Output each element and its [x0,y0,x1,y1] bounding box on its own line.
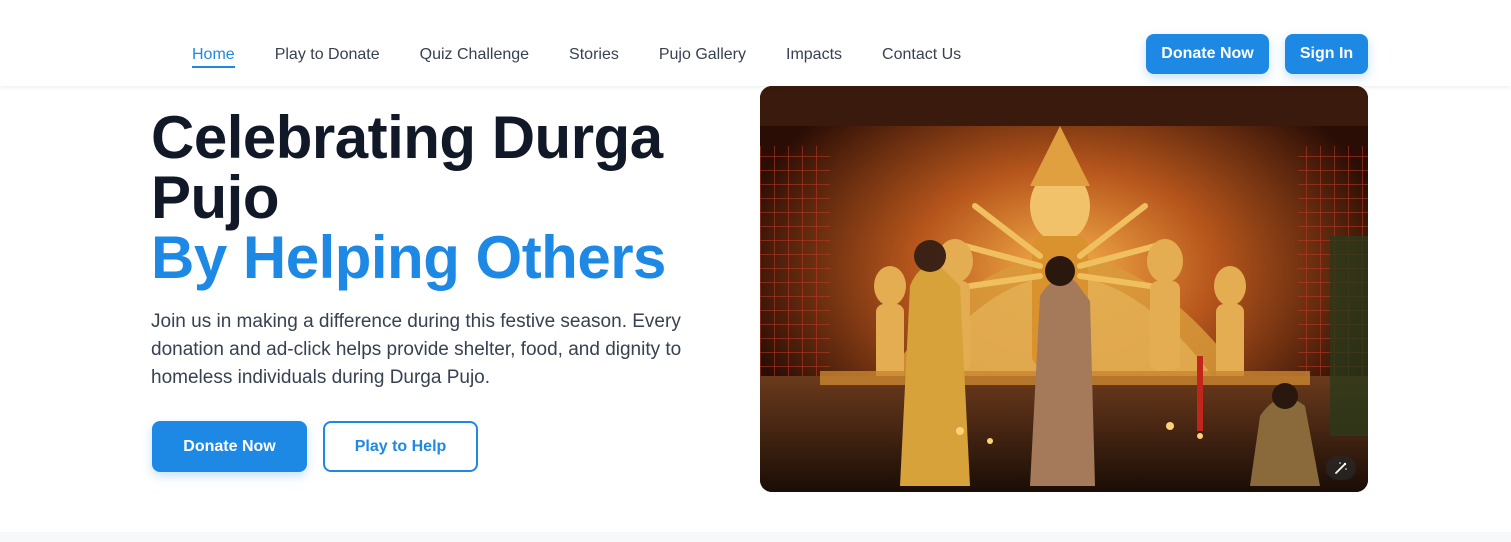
durga-pujo-image [760,86,1368,492]
hero-title: Celebrating Durga Pujo By Helping Others [151,108,751,288]
wand-glyph [1335,462,1347,474]
nav-donate-button[interactable]: Donate Now [1146,34,1269,74]
hero-description: Join us in making a difference during th… [151,311,682,388]
nav-link-quiz-challenge[interactable]: Quiz Challenge [420,46,529,68]
nav-link-home[interactable]: Home [192,46,235,68]
nav-link-pujo-gallery[interactable]: Pujo Gallery [659,46,746,68]
hero-donate-button[interactable]: Donate Now [152,421,307,472]
hero-title-accent: By Helping Others [151,224,666,291]
nav-link-contact-us[interactable]: Contact Us [882,46,961,68]
top-navbar: Home Play to Donate Quiz Challenge Stori… [0,0,1511,86]
nav-link-stories[interactable]: Stories [569,46,619,68]
durga-idol-illustration [760,86,1368,492]
magic-wand-icon[interactable] [1326,456,1356,480]
nav-link-play-to-donate[interactable]: Play to Donate [275,46,380,68]
sign-in-button[interactable]: Sign In [1285,34,1368,74]
main-nav: Home Play to Donate Quiz Challenge Stori… [192,46,961,68]
play-to-help-button[interactable]: Play to Help [323,421,478,472]
hero-title-main: Celebrating Durga Pujo [151,104,663,231]
nav-link-impacts[interactable]: Impacts [786,46,842,68]
next-section-edge [0,532,1511,542]
